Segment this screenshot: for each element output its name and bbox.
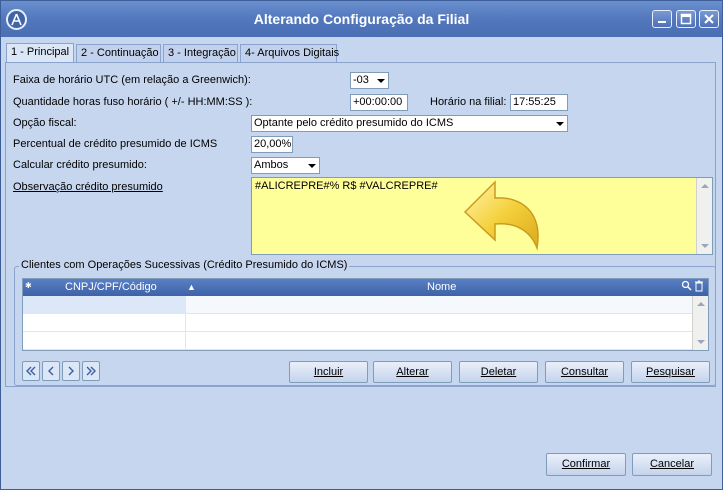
previous-record-icon	[48, 366, 54, 376]
percentual-input[interactable]: 20,00%	[251, 136, 293, 153]
next-record-icon	[68, 366, 74, 376]
utc-value: -03	[353, 74, 369, 86]
tab-continuacao[interactable]: 2 - Continuação	[76, 44, 161, 63]
tab-integracao[interactable]: 3 - Integração	[163, 44, 238, 63]
fuso-label: Quantidade horas fuso horário ( +/- HH:M…	[13, 96, 253, 108]
pesquisar-label: Pesquisar	[646, 366, 695, 378]
table-row[interactable]	[23, 314, 692, 332]
next-record-button[interactable]	[62, 361, 80, 381]
confirmar-button[interactable]: Confirmar	[546, 453, 626, 476]
last-record-icon	[86, 366, 96, 376]
observacao-label: Observação crédito presumido	[13, 181, 163, 193]
consultar-label: Consultar	[560, 366, 609, 378]
chevron-down-icon[interactable]	[304, 158, 319, 173]
sort-asc-icon[interactable]: ▲	[187, 280, 196, 294]
first-record-button[interactable]	[22, 361, 40, 381]
incluir-button[interactable]: Incluir	[289, 361, 368, 383]
clientes-group-title: Clientes com Operações Sucessivas (Crédi…	[19, 259, 350, 271]
grid-scrollbar[interactable]	[692, 296, 708, 350]
calcular-label: Calcular crédito presumido:	[13, 159, 147, 171]
principal-panel: Faixa de horário UTC (em relação a Green…	[5, 62, 716, 387]
incluir-label: Incluir	[313, 366, 344, 378]
utc-dropdown[interactable]: -03	[350, 72, 389, 89]
consultar-button[interactable]: Consultar	[545, 361, 624, 383]
alterar-button[interactable]: Alterar	[373, 361, 452, 383]
curved-arrow-icon	[463, 180, 539, 251]
clientes-group: Clientes com Operações Sucessivas (Crédi…	[14, 259, 716, 386]
column-cnpj[interactable]: CNPJ/CPF/Código	[65, 280, 157, 294]
chevron-down-icon[interactable]	[373, 73, 388, 88]
opcao-fiscal-dropdown[interactable]: Optante pelo crédito presumido do ICMS	[251, 115, 568, 132]
scroll-down-icon[interactable]	[697, 238, 712, 254]
scroll-up-icon[interactable]	[697, 178, 712, 194]
close-icon	[704, 14, 714, 24]
close-button[interactable]	[699, 10, 719, 28]
maximize-icon	[680, 13, 692, 25]
minimize-button[interactable]	[652, 10, 672, 28]
pesquisar-button[interactable]: Pesquisar	[631, 361, 710, 383]
scroll-down-icon[interactable]	[693, 334, 708, 350]
horario-input[interactable]: 17:55:25	[510, 94, 568, 111]
cancelar-label: Cancelar	[649, 458, 695, 470]
table-cell[interactable]	[23, 296, 186, 314]
table-row[interactable]	[23, 332, 692, 350]
memo-scrollbar[interactable]	[696, 178, 712, 254]
calcular-value: Ambos	[254, 159, 289, 171]
last-record-button[interactable]	[82, 361, 100, 381]
opcao-fiscal-label: Opção fiscal:	[13, 117, 77, 129]
search-icon[interactable]	[681, 280, 692, 295]
alterar-label: Alterar	[396, 366, 429, 378]
clientes-grid[interactable]: ✱ CNPJ/CPF/Código ▲ Nome	[22, 278, 709, 351]
table-row[interactable]	[23, 296, 692, 314]
utc-label: Faixa de horário UTC (em relação a Green…	[13, 74, 251, 86]
fuso-input[interactable]: +00:00:00	[350, 94, 408, 111]
maximize-button[interactable]	[676, 10, 696, 28]
deletar-button[interactable]: Deletar	[459, 361, 538, 383]
grid-header: ✱ CNPJ/CPF/Código ▲ Nome	[23, 279, 708, 296]
column-nome[interactable]: Nome	[427, 280, 456, 294]
opcao-fiscal-value: Optante pelo crédito presumido do ICMS	[254, 117, 454, 129]
minimize-icon	[658, 21, 666, 23]
title-bar[interactable]: Alterando Configuração da Filial	[1, 1, 722, 37]
chevron-down-icon[interactable]	[552, 116, 567, 131]
dialog-window: Alterando Configuração da Filial 1 - Pri…	[0, 0, 723, 490]
percentual-label: Percentual de crédito presumido de ICMS	[13, 138, 218, 150]
first-record-icon	[26, 366, 36, 376]
tab-arquivos-digitais[interactable]: 4- Arquivos Digitais	[240, 44, 339, 63]
confirmar-label: Confirmar	[561, 458, 611, 470]
row-marker-icon: ✱	[25, 281, 32, 290]
scroll-up-icon[interactable]	[693, 296, 708, 312]
trash-icon[interactable]	[694, 280, 704, 296]
deletar-label: Deletar	[480, 366, 517, 378]
window-title: Alterando Configuração da Filial	[253, 11, 470, 27]
tab-principal[interactable]: 1 - Principal	[6, 43, 74, 63]
horario-label: Horário na filial:	[430, 96, 507, 108]
observacao-value: #ALICREPRE#% R$ #VALCREPRE#	[255, 180, 438, 192]
table-cell[interactable]	[23, 332, 186, 350]
cancelar-button[interactable]: Cancelar	[632, 453, 712, 476]
previous-record-button[interactable]	[42, 361, 60, 381]
calcular-dropdown[interactable]: Ambos	[251, 157, 320, 174]
table-cell[interactable]	[23, 314, 186, 332]
